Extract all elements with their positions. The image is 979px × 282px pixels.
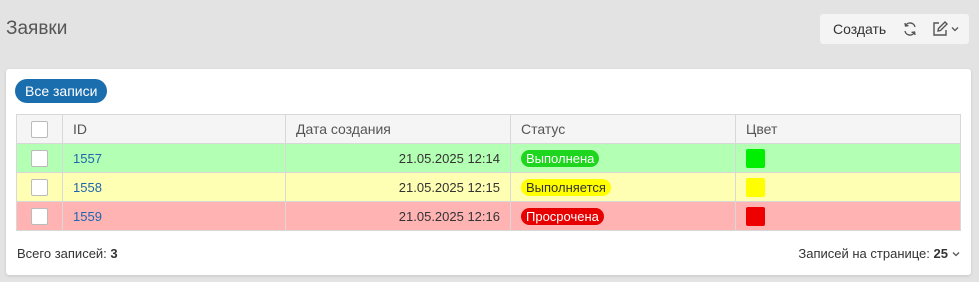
id-cell: 1558	[62, 172, 286, 202]
date-cell: 21.05.2025 12:16	[285, 201, 511, 231]
chevron-down-icon[interactable]	[950, 24, 960, 34]
column-header-status[interactable]: Статус	[510, 114, 736, 144]
column-header-date[interactable]: Дата создания	[285, 114, 511, 144]
total-records-label: Всего записей:	[17, 246, 107, 261]
page-title: Заявки	[6, 18, 68, 39]
record-id-link[interactable]: 1557	[73, 151, 102, 166]
table-row[interactable]: 1559 21.05.2025 12:16 Просрочена	[16, 201, 961, 231]
total-records: Всего записей: 3	[17, 246, 118, 261]
status-badge: Выполнена	[521, 149, 600, 167]
row-checkbox[interactable]	[31, 149, 48, 167]
record-id-link[interactable]: 1559	[73, 209, 102, 224]
page-size-selector[interactable]: Записей на странице: 25	[798, 246, 961, 261]
color-cell	[735, 143, 961, 173]
records-table: ID Дата создания Статус Цвет 1557 21.05.…	[16, 114, 961, 231]
status-cell: Просрочена	[510, 201, 736, 231]
record-id-link[interactable]: 1558	[73, 180, 102, 195]
page-size-value: 25	[933, 246, 948, 261]
row-select-cell	[16, 143, 63, 173]
status-badge: Просрочена	[521, 207, 604, 225]
select-all-cell	[16, 114, 63, 144]
color-cell	[735, 172, 961, 202]
row-checkbox[interactable]	[31, 178, 48, 196]
records-panel: Все записи ID Дата создания Статус Цвет …	[6, 69, 971, 275]
color-swatch	[746, 177, 765, 197]
status-cell: Выполняется	[510, 172, 736, 202]
column-header-id[interactable]: ID	[62, 114, 286, 144]
refresh-icon[interactable]	[902, 21, 918, 37]
table-row[interactable]: 1558 21.05.2025 12:15 Выполняется	[16, 172, 961, 202]
id-cell: 1557	[62, 143, 286, 173]
row-checkbox[interactable]	[31, 207, 48, 225]
table-header-row: ID Дата создания Статус Цвет	[16, 114, 961, 144]
create-button[interactable]: Создать	[833, 21, 886, 37]
edit-icon[interactable]	[931, 20, 949, 38]
date-cell: 21.05.2025 12:14	[285, 143, 511, 173]
table-row[interactable]: 1557 21.05.2025 12:14 Выполнена	[16, 143, 961, 173]
toolbar: Создать	[820, 14, 969, 44]
column-header-color[interactable]: Цвет	[735, 114, 961, 144]
row-select-cell	[16, 172, 63, 202]
row-select-cell	[16, 201, 63, 231]
total-records-value: 3	[110, 246, 118, 261]
all-records-filter[interactable]: Все записи	[15, 79, 108, 103]
status-cell: Выполнена	[510, 143, 736, 173]
color-swatch	[746, 206, 765, 226]
id-cell: 1559	[62, 201, 286, 231]
color-cell	[735, 201, 961, 231]
select-all-checkbox[interactable]	[31, 120, 48, 138]
chevron-down-icon	[951, 249, 961, 259]
color-swatch	[746, 148, 765, 168]
status-badge: Выполняется	[521, 178, 611, 196]
date-cell: 21.05.2025 12:15	[285, 172, 511, 202]
page-size-label: Записей на странице:	[798, 246, 930, 261]
